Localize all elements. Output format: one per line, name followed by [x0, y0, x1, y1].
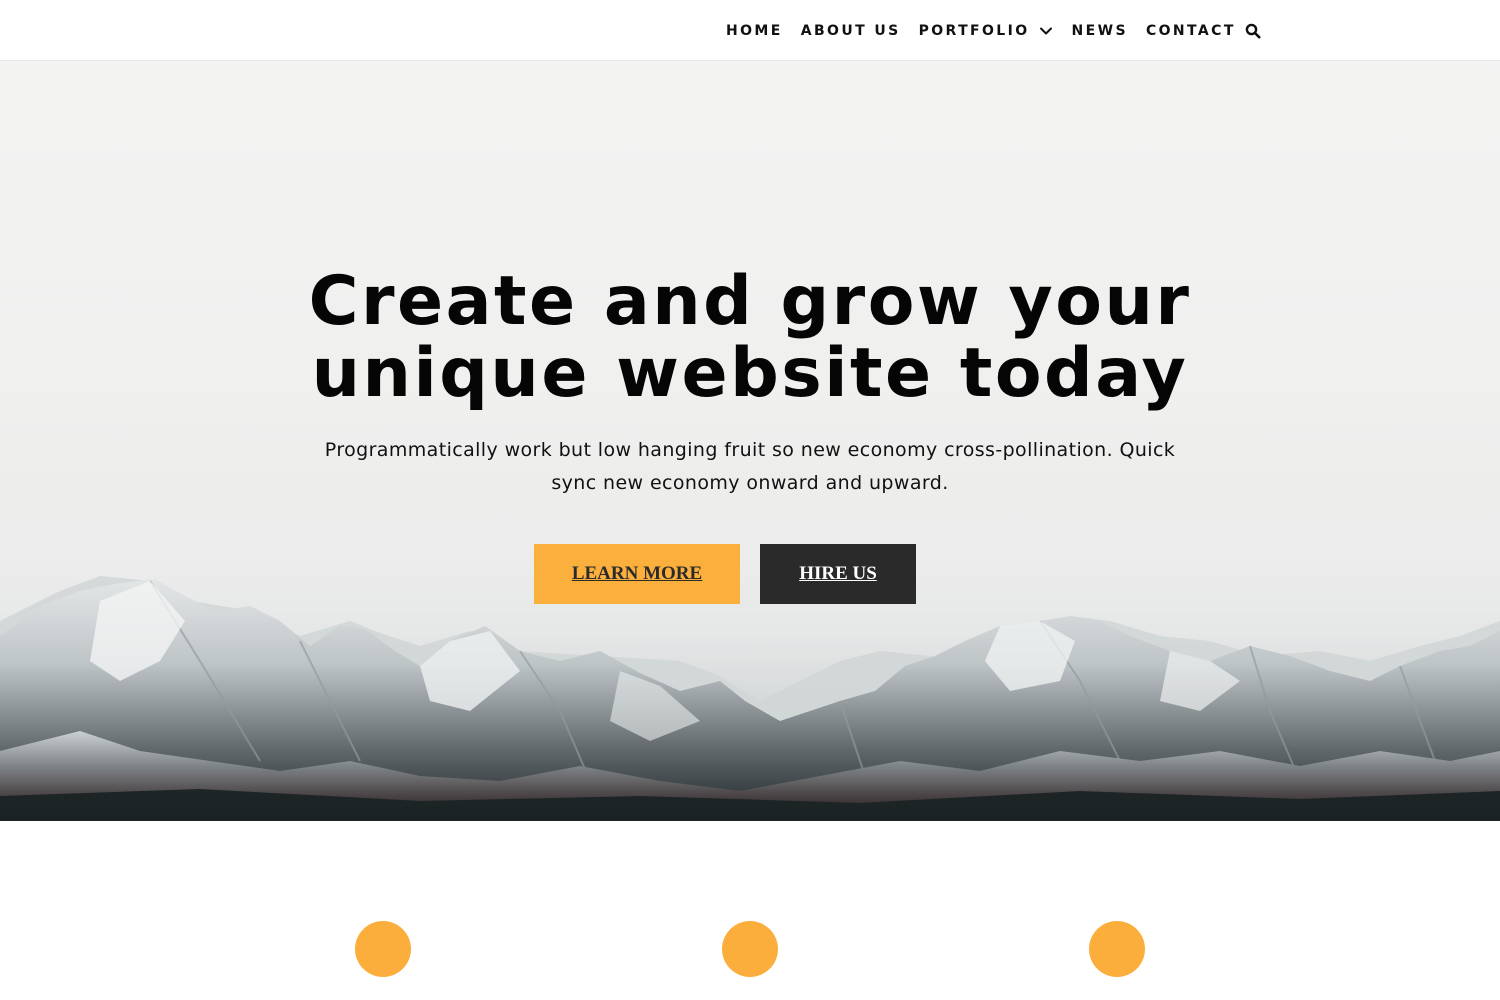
feature-icon-circle — [722, 921, 778, 977]
search-icon[interactable] — [1244, 22, 1262, 40]
nav-portfolio-label: PORTFOLIO — [918, 22, 1030, 39]
nav-home-link[interactable]: HOME — [726, 23, 783, 39]
site-header: HOME ABOUT US PORTFOLIO NEWS CONTACT — [0, 0, 1500, 61]
hire-us-button[interactable]: HIRE US — [760, 544, 916, 604]
feature-icon-circle — [355, 921, 411, 977]
main-nav: HOME ABOUT US PORTFOLIO NEWS CONTACT — [726, 0, 1262, 61]
hero-title: Create and grow your unique website toda… — [300, 266, 1200, 410]
hero-title-line-1: Create and grow your — [308, 262, 1192, 341]
chevron-down-icon[interactable] — [1038, 23, 1054, 39]
features-section — [0, 821, 1500, 1000]
nav-contact-link[interactable]: CONTACT — [1146, 23, 1236, 39]
nav-about-us-link[interactable]: ABOUT US — [801, 23, 901, 39]
hero-title-line-2: unique website today — [311, 334, 1189, 413]
hero-buttons: LEARN MORE HIRE US — [534, 544, 916, 604]
learn-more-button[interactable]: LEARN MORE — [534, 544, 740, 604]
hero-section: Create and grow your unique website toda… — [0, 61, 1500, 821]
nav-portfolio-link[interactable]: PORTFOLIO — [919, 23, 1054, 39]
nav-news-link[interactable]: NEWS — [1072, 23, 1128, 39]
hero-content: Create and grow your unique website toda… — [0, 266, 1500, 500]
hero-subtitle: Programmatically work but low hanging fr… — [324, 439, 1176, 494]
feature-icon-circle — [1089, 921, 1145, 977]
